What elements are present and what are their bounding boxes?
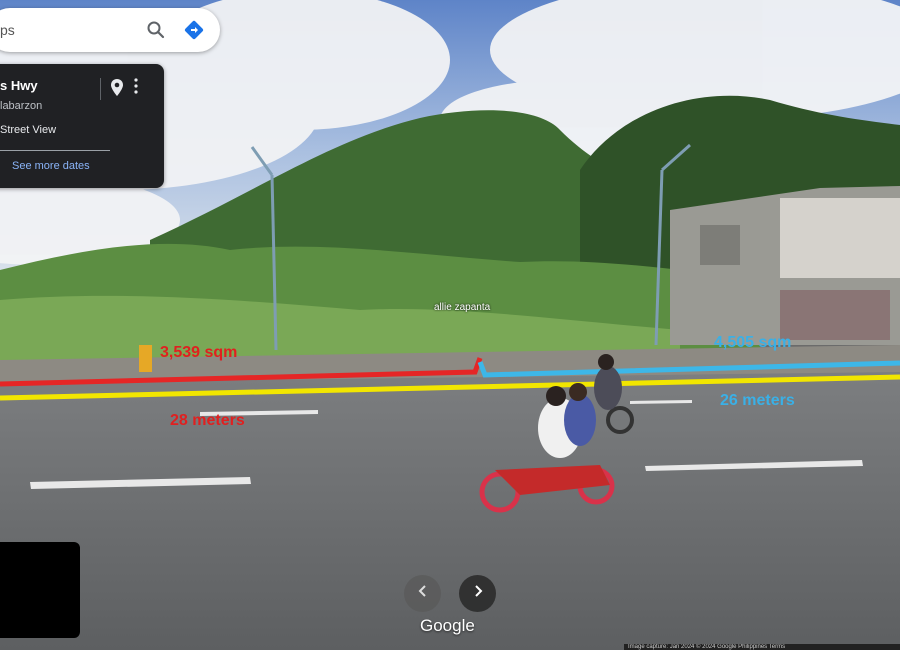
card-divider-vertical: [100, 78, 101, 100]
sign-label: allie zapanta: [434, 302, 491, 313]
search-box[interactable]: ps: [0, 8, 220, 52]
directions-icon[interactable]: [182, 18, 206, 42]
road: [0, 372, 900, 650]
chevron-left-icon: [417, 584, 429, 603]
street-view-label: Street View: [0, 124, 57, 136]
next-button[interactable]: [459, 575, 496, 612]
minimap[interactable]: [0, 542, 80, 638]
chevron-right-icon: [472, 584, 484, 603]
previous-button[interactable]: [404, 575, 441, 612]
see-more-dates-link[interactable]: See more dates: [12, 160, 90, 172]
map-pin-icon[interactable]: [110, 78, 130, 100]
area-label-left: 3,539 sqm: [160, 344, 238, 361]
google-logo: Google: [420, 616, 475, 635]
search-icon[interactable]: [144, 18, 168, 42]
yellow-barrier: [139, 345, 152, 372]
location-title: s Hwy: [0, 78, 38, 93]
width-label-left: 28 meters: [170, 412, 245, 429]
location-card: s Hwy labarzon Street View See more date…: [0, 64, 164, 188]
area-label-right: 4,505 sqm: [714, 334, 792, 351]
card-divider: [0, 150, 110, 151]
search-input[interactable]: ps: [0, 22, 144, 38]
building: [670, 186, 900, 345]
location-region: labarzon: [0, 100, 43, 112]
width-label-right: 26 meters: [720, 392, 795, 409]
footer-info: Image capture: Jan 2024 © 2024 Google Ph…: [624, 644, 900, 650]
more-options-icon[interactable]: [134, 78, 144, 100]
